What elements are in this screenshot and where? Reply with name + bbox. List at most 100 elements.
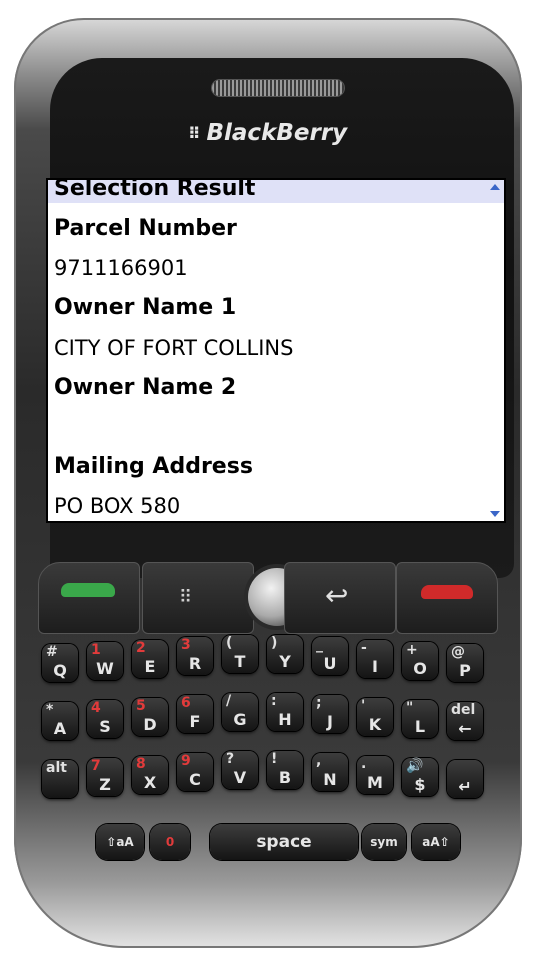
navigation-bar: ⠿ ↩ [38,562,498,634]
key-main-label: N [323,770,337,790]
blackberry-logo-icon: ⠿ [188,123,200,143]
key-alt-label: # [46,643,58,660]
green-handset-icon [61,583,115,597]
key-t[interactable]: (T [222,635,258,674]
key-v[interactable]: ? V [222,751,258,790]
key-k[interactable]: ' K [357,697,393,736]
end-call-button[interactable] [396,562,498,634]
key-main-label: Z [99,774,111,794]
key-b[interactable]: ! B [267,751,303,790]
key-main-label: $ [414,774,426,794]
key-alt-label: + [406,641,418,658]
key-alt-label: ) [271,635,278,652]
brand-name: BlackBerry [206,120,348,146]
key-main-label: P [459,660,471,680]
key-l[interactable]: " L [402,699,438,738]
key-[interactable]: 🔊 $ [402,757,438,796]
owner-name-2-label: Owner Name 2 [54,375,237,400]
back-button[interactable]: ↩ [284,562,396,634]
key-i[interactable]: -I [357,639,393,678]
key-main-label: ↵ [458,776,472,796]
key-[interactable]: ↵ [447,759,483,798]
selection-result-title[interactable]: Selection Result [54,180,255,201]
mailing-address-label: Mailing Address [54,454,253,479]
key-c[interactable]: 9C [177,753,213,792]
key-z[interactable]: 7Z [87,757,123,796]
key-main-label: J [327,712,333,732]
blackberry-menu-icon: ⠿ [179,587,192,608]
key-main-label: B [278,768,292,788]
key-alt-label: 2 [136,639,146,656]
key-alt-label: 7 [91,757,101,774]
key-e[interactable]: 2E [132,639,168,678]
key-alt-label: / [226,693,232,710]
key-x[interactable]: 8X [132,755,168,794]
key-main-label: D [143,714,157,734]
key-o[interactable]: + O [402,641,438,680]
key-alt-label: 3 [181,637,191,654]
key-main-label: M [367,772,383,792]
key-w[interactable]: 1W [87,641,123,680]
key-main-label: W [96,658,114,678]
key-main-label: G [233,710,247,730]
key-r[interactable]: 3R [177,637,213,676]
key-alt-label: - [361,639,367,656]
key-main-label: U [323,654,337,674]
key-main-label: L [414,716,426,736]
qwerty-keyboard: # Q 1 W 2 E 3 R(T) Y _ U - I + O @ P * A 4 S 5 D 6 F / G: H; J ' K " Lde… [38,634,498,884]
key-alt-label: 6 [181,695,191,712]
right-shift-key[interactable]: aA⇧ [412,824,460,860]
sym-key[interactable]: sym [362,824,406,860]
key-alt-label: ? [226,751,235,768]
key-main-label: E [144,656,156,676]
key-main-label: T [234,652,246,672]
menu-button[interactable]: ⠿ [142,562,254,634]
key-h[interactable]: :H [267,693,303,732]
key-main-label: Y [279,652,291,672]
space-key[interactable]: space [210,824,358,860]
key-main-label: I [372,656,378,676]
key-g[interactable]: / G [222,693,258,732]
key-q[interactable]: # Q [42,643,78,682]
key-alt-label: 9 [181,753,191,770]
key-[interactable]: del ← [447,701,483,740]
key-n[interactable]: ,N [312,753,348,792]
left-shift-key[interactable]: ⇧aA [96,824,144,860]
key-main-label: C [189,770,201,790]
speaker-grille [212,80,344,96]
key-s[interactable]: 4S [87,699,123,738]
mailing-address-value: PO BOX 580 [54,494,181,518]
key-u[interactable]: _ U [312,637,348,676]
key-a[interactable]: * A [42,701,78,740]
key-alt-label: ; [316,695,322,712]
zero-key[interactable]: 0 [150,824,190,860]
key-alt-label: ' [361,697,366,714]
key-alt-label: ( [226,635,233,652]
key-alt-label: ! [271,751,278,768]
key-alt-label: 1 [91,641,101,658]
key-alt-label: 4 [91,699,101,716]
owner-name-1-value: CITY OF FORT COLLINS [54,336,294,360]
key-alt-label: * [46,701,54,718]
key-f[interactable]: 6F [177,695,213,734]
call-button[interactable] [38,562,140,634]
key-alt-label: @ [451,643,465,660]
key-alt-label: del [451,701,476,718]
key-alt-label: 8 [136,755,146,772]
key-m[interactable]: .M [357,755,393,794]
key-p[interactable]: @ P [447,643,483,682]
red-handset-icon [421,585,473,599]
key-y[interactable]: ) Y [267,635,303,674]
key-alt[interactable]: alt [42,759,78,798]
owner-name-1-label: Owner Name 1 [54,295,237,320]
key-alt-label: _ [316,637,323,654]
key-j[interactable]: ; J [312,695,348,734]
parcel-number-value: 9711166901 [54,256,188,280]
key-main-label: A [53,718,67,738]
parcel-number-label: Parcel Number [54,216,237,241]
key-main-label: K [368,714,382,734]
key-alt-label: , [316,753,322,770]
key-main-label: ← [458,718,472,738]
key-d[interactable]: 5D [132,697,168,736]
scroll-down-icon [490,511,500,517]
